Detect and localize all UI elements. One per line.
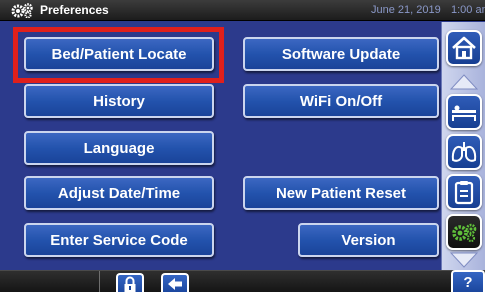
bottom-bar: [0, 270, 485, 292]
gears-icon: [11, 3, 33, 18]
preferences-button[interactable]: [446, 214, 482, 250]
home-button[interactable]: [446, 30, 482, 66]
lungs-icon: [451, 142, 477, 162]
bed-scale-button[interactable]: [446, 94, 482, 130]
home-icon: [452, 36, 476, 60]
gears-icon: [452, 223, 477, 243]
help-button[interactable]: ?: [451, 270, 485, 292]
date-display: June 21, 2019: [371, 4, 441, 16]
wifi-toggle-button[interactable]: WiFi On/Off: [243, 84, 439, 118]
time-display: 1:00 am: [451, 4, 485, 16]
lungs-button[interactable]: [446, 134, 482, 170]
software-update-button[interactable]: Software Update: [243, 37, 439, 71]
back-button[interactable]: [161, 273, 189, 292]
lock-icon: [124, 276, 136, 292]
language-button[interactable]: Language: [24, 131, 214, 165]
scroll-down-arrow-icon[interactable]: [450, 252, 478, 268]
title-bar: Preferences June 21, 2019 1:00 am: [0, 0, 485, 21]
enter-service-code-button[interactable]: Enter Service Code: [24, 223, 214, 257]
new-patient-reset-button[interactable]: New Patient Reset: [243, 176, 439, 210]
page-title: Preferences: [40, 3, 109, 17]
lock-button[interactable]: [116, 273, 144, 292]
version-button[interactable]: Version: [298, 223, 439, 257]
bed-patient-locate-button[interactable]: Bed/Patient Locate: [24, 37, 214, 71]
scroll-up-arrow-icon[interactable]: [450, 74, 478, 90]
bed-scale-icon: [452, 105, 476, 121]
navigation-rail: [441, 22, 485, 270]
adjust-date-time-button[interactable]: Adjust Date/Time: [24, 176, 214, 210]
bottom-bar-divider: [99, 271, 100, 292]
clipboard-icon: [454, 181, 474, 205]
history-button[interactable]: History: [24, 84, 214, 118]
back-arrow-icon: [168, 278, 182, 290]
clipboard-button[interactable]: [446, 174, 482, 210]
